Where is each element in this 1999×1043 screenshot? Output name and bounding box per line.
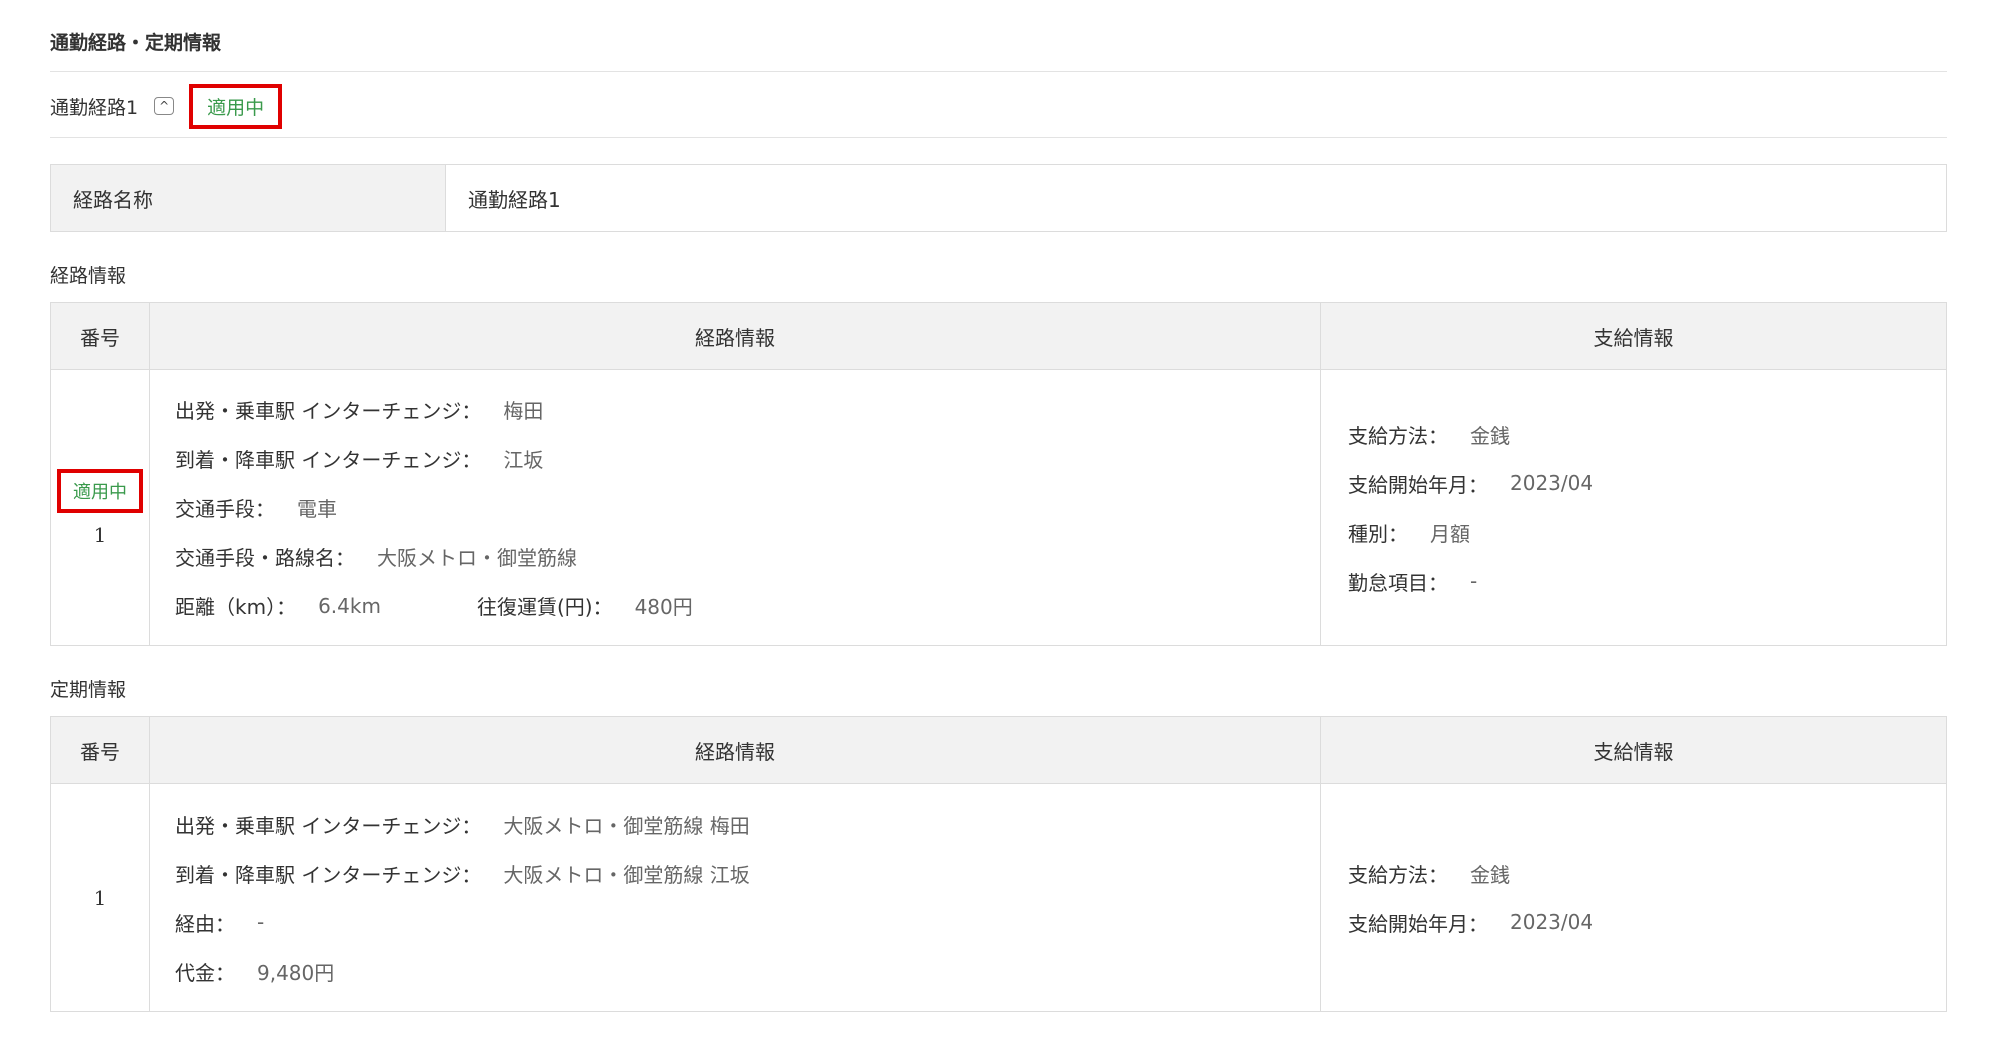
route-name: 通勤経路1: [50, 96, 139, 119]
table-header-row: 番号 経路情報 支給情報: [50, 716, 1947, 784]
pay-method-label: 支給方法：: [1348, 423, 1448, 448]
via-value: -: [257, 910, 265, 934]
pay-detail-cell: 支給方法： 金銭 支給開始年月： 2023/04: [1320, 783, 1947, 1012]
attendance-label: 勤怠項目：: [1348, 570, 1448, 595]
header-route: 経路情報: [149, 716, 1321, 784]
route-detail-cell: 出発・乗車駅 インターチェンジ： 大阪メトロ・御堂筋線 梅田 到着・降車駅 インタ…: [149, 783, 1321, 1012]
departure-value: 梅田: [503, 399, 544, 423]
pay-start-label: 支給開始年月：: [1348, 472, 1488, 497]
pay-method-value: 金銭: [1470, 862, 1510, 887]
pay-start-value: 2023/04: [1510, 471, 1594, 495]
route-name-value: 通勤経路1: [468, 187, 561, 212]
type-label: 種別：: [1348, 521, 1408, 546]
header-no: 番号: [50, 302, 150, 370]
pay-start-label: 支給開始年月：: [1348, 911, 1488, 936]
arrival-value: 江坂: [503, 448, 544, 472]
arrival-label: 到着・降車駅 インターチェンジ：: [175, 448, 482, 472]
price-value: 9,480円: [257, 960, 335, 985]
attendance-value: -: [1470, 569, 1478, 593]
row-number: 1: [93, 522, 107, 547]
collapse-chevron-icon[interactable]: ^: [154, 97, 175, 115]
fare-value: 480円: [634, 595, 693, 619]
via-label: 経由：: [175, 911, 235, 936]
header-pay: 支給情報: [1320, 302, 1947, 370]
arrival-label: 到着・降車駅 インターチェンジ：: [175, 862, 482, 887]
line-label: 交通手段・路線名：: [175, 546, 355, 570]
route-detail-cell: 出発・乗車駅 インターチェンジ： 梅田 到着・降車駅 インターチェンジ： 江坂 交通…: [149, 369, 1321, 646]
pay-method-value: 金銭: [1470, 423, 1510, 448]
header-no: 番号: [50, 716, 150, 784]
route-name-label: 経路名称: [51, 165, 446, 231]
line-value: 大阪メトロ・御堂筋線: [377, 546, 577, 570]
pay-detail-cell: 支給方法： 金銭 支給開始年月： 2023/04 種別： 月額 勤怠項目： -: [1320, 369, 1947, 646]
route-header: 通勤経路1 ^ 適用中: [50, 83, 283, 129]
table-row: 1 出発・乗車駅 インターチェンジ： 大阪メトロ・御堂筋線 梅田 到着・降車駅 イ…: [50, 783, 1947, 1012]
row-number: 1: [50, 783, 150, 1012]
divider: [50, 71, 1947, 72]
departure-value: 大阪メトロ・御堂筋線 梅田: [503, 813, 750, 838]
means-label: 交通手段：: [175, 497, 275, 521]
status-badge: 適用中: [57, 468, 143, 513]
divider: [50, 137, 1947, 138]
pay-start-value: 2023/04: [1510, 910, 1594, 934]
distance-value: 6.4km: [318, 593, 381, 618]
price-label: 代金：: [175, 960, 235, 985]
header-pay: 支給情報: [1320, 716, 1947, 784]
departure-label: 出発・乗車駅 インターチェンジ：: [175, 399, 482, 423]
route-info-table: 番号 経路情報 支給情報 適用中 1 出発・乗車駅 インターチェンジ： 梅田 到着…: [50, 302, 1947, 646]
type-value: 月額: [1430, 521, 1470, 546]
departure-label: 出発・乗車駅 インターチェンジ：: [175, 813, 482, 838]
section-title: 通勤経路・定期情報: [50, 32, 222, 54]
arrival-value: 大阪メトロ・御堂筋線 江坂: [503, 862, 750, 887]
distance-label: 距離（km）：: [175, 595, 297, 619]
pay-method-label: 支給方法：: [1348, 862, 1448, 887]
route-name-table: 経路名称 通勤経路1: [50, 164, 1947, 232]
header-route: 経路情報: [149, 302, 1321, 370]
pass-info-table: 番号 経路情報 支給情報 1 出発・乗車駅 インターチェンジ： 大阪メトロ・御堂筋…: [50, 716, 1947, 1012]
pass-info-title: 定期情報: [50, 679, 127, 701]
status-badge: 適用中: [189, 83, 283, 129]
fare-label: 往復運賃(円)：: [476, 595, 613, 619]
table-row: 適用中 1 出発・乗車駅 インターチェンジ： 梅田 到着・降車駅 インターチェンジ…: [50, 369, 1947, 646]
row-number-cell: 適用中 1: [50, 369, 150, 646]
table-header-row: 番号 経路情報 支給情報: [50, 302, 1947, 370]
route-info-title: 経路情報: [50, 265, 127, 287]
means-value: 電車: [297, 497, 337, 521]
